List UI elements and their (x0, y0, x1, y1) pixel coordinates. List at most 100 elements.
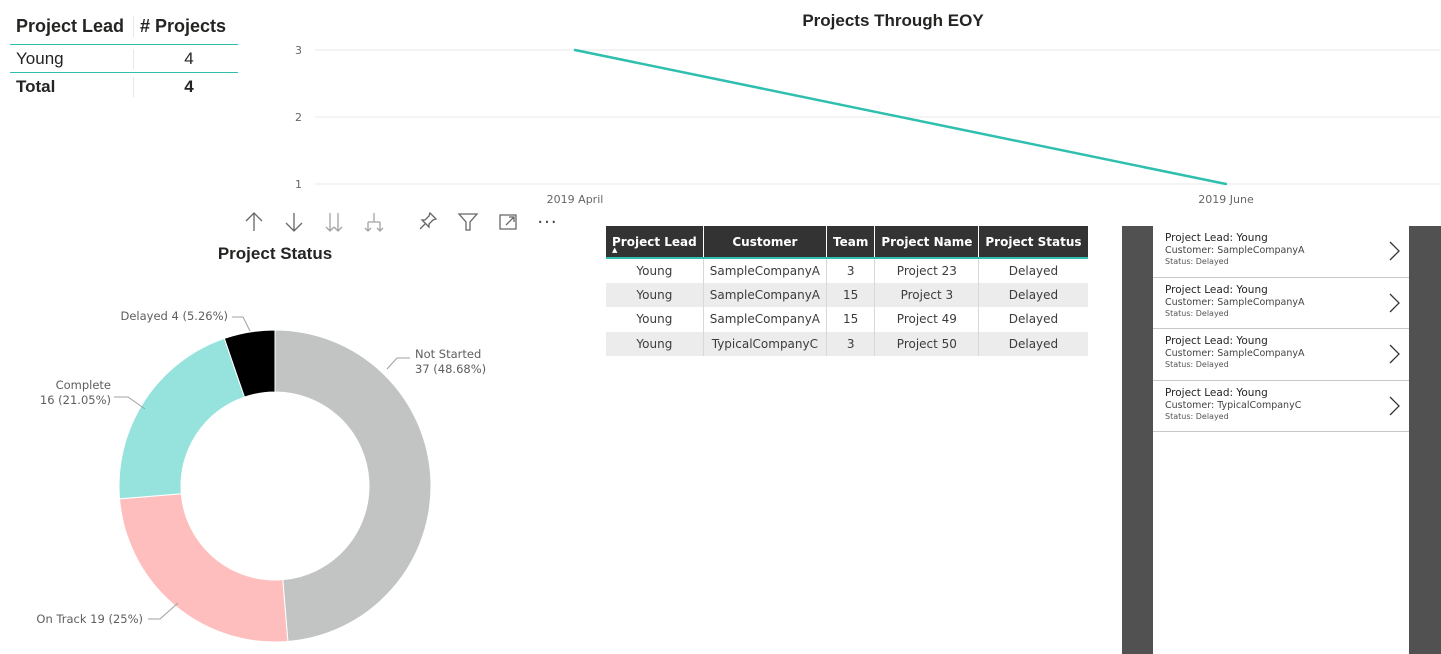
cell-project-lead: Young (606, 258, 704, 283)
sort-up-icon (245, 212, 262, 231)
card-project-lead: Project Lead: Young (1165, 232, 1268, 244)
detail-header-label: Customer (732, 234, 798, 249)
cell-project-name: Project 3 (874, 282, 980, 307)
y-tick-label: 3 (295, 44, 302, 57)
project-detail-table: Project Lead ▲ Customer Team Project Nam… (606, 226, 1088, 356)
donut-slice-not-started[interactable] (274, 329, 432, 643)
card-project-lead: Project Lead: Young (1165, 335, 1268, 347)
filter-icon (457, 213, 478, 231)
detail-header-project-lead[interactable]: Project Lead ▲ (606, 226, 704, 259)
cell-project-lead: Young (606, 282, 704, 307)
expand-all-down-button[interactable] (320, 206, 347, 238)
focus-mode-icon (498, 214, 517, 230)
pin-icon (419, 211, 437, 230)
y-tick-label: 2 (295, 111, 302, 124)
chevron-right-icon[interactable] (1387, 395, 1401, 417)
chevron-right-icon[interactable] (1387, 240, 1401, 262)
donut-slice-complete[interactable] (118, 337, 246, 500)
detail-header-row: Project Lead ▲ Customer Team Project Nam… (606, 226, 1088, 259)
detail-header-project-status[interactable]: Project Status (978, 226, 1088, 259)
detail-header-label: Project Status (985, 234, 1082, 249)
card-customer: Customer: TypicalCompanyC (1165, 399, 1302, 411)
detail-header-label: Project Name (881, 234, 973, 249)
donut-chart-title: Project Status (217, 244, 333, 263)
chevron-right-icon[interactable] (1387, 292, 1401, 314)
data-point[interactable] (573, 48, 577, 52)
summary-header-project-count[interactable]: # Projects (133, 15, 238, 37)
summary-row[interactable]: Young 4 (10, 45, 238, 73)
drill-down-icon (364, 213, 383, 232)
detail-header-label: Team (833, 234, 869, 249)
card-list: Project Lead: Young Customer: SampleComp… (1153, 226, 1409, 654)
more-options-icon: ··· (537, 211, 558, 233)
more-options-button[interactable]: ··· (534, 206, 561, 238)
summary-total-row: Total 4 (10, 73, 238, 101)
expand-all-down-icon (325, 213, 342, 232)
card-customer: Customer: SampleCompanyA (1165, 348, 1305, 359)
card-project-lead: Project Lead: Young (1165, 386, 1268, 399)
chevron-right-icon[interactable] (1387, 343, 1401, 365)
pin-visual-button[interactable] (414, 206, 441, 238)
list-item[interactable]: Project Lead: Young Customer: SampleComp… (1153, 226, 1409, 278)
line-chart-title: Projects Through EOY (802, 11, 984, 30)
cell-project-name: Project 50 (874, 331, 980, 356)
cell-project-status: Delayed (1008, 312, 1059, 327)
table-row[interactable]: Young SampleCompanyA 15 Project 3 Delaye… (606, 282, 1088, 307)
drill-down-button[interactable] (360, 206, 387, 238)
card-customer: Customer: SampleCompanyA (1165, 245, 1305, 256)
cell-project-status: Delayed (1008, 263, 1059, 278)
summary-cell-lead: Young (16, 48, 64, 68)
cell-project-lead: Young (606, 307, 704, 332)
list-item[interactable]: Project Lead: Young Customer: TypicalCom… (1153, 381, 1409, 432)
projects-through-eoy-chart[interactable]: 1 2 3 2019 April 2019 June Projects Through … (280, 0, 1440, 215)
detail-header-customer[interactable]: Customer (703, 226, 828, 259)
filter-button[interactable] (454, 206, 481, 238)
list-item[interactable]: Project Lead: Young Customer: SampleComp… (1153, 329, 1409, 381)
focus-mode-button[interactable] (494, 206, 521, 238)
donut-slice-on-track[interactable] (118, 493, 289, 643)
summary-total-count: 4 (133, 77, 238, 97)
detail-header-project-name[interactable]: Project Name (874, 226, 980, 259)
project-status-donut-chart[interactable]: Not Started37 (48.68%) On Track 19 (25%) C… (0, 265, 560, 654)
cell-team: 3 (826, 258, 876, 283)
cell-project-status: Delayed (978, 331, 1088, 356)
leader-line (386, 357, 410, 370)
leader-line (148, 602, 179, 620)
slice-value-label: 16 (21.05%) (40, 393, 111, 407)
slice-value-label: 37 (48.68%) (415, 362, 486, 376)
cell-team: 3 (826, 331, 876, 356)
table-row[interactable]: Young SampleCompanyA 3 Project 23 Delaye… (606, 258, 1088, 283)
slice-label: On Track 19 (25%) (36, 612, 143, 626)
slice-label: Delayed 4 (5.26%) (121, 309, 229, 323)
summary-cell-count: 4 (133, 48, 238, 69)
detail-header-team[interactable]: Team (826, 226, 876, 259)
card-list-panel: Project Lead: Young Customer: SampleComp… (1122, 226, 1441, 654)
cell-project-lead: Young (606, 331, 704, 356)
summary-header-row: Project Lead # Projects (10, 8, 238, 45)
card-status: Status: Delayed (1165, 308, 1229, 318)
summary-header-project-lead[interactable]: Project Lead (10, 16, 133, 37)
cell-team: 15 (826, 282, 876, 307)
table-row[interactable]: Young TypicalCompanyC 3 Project 50 Delay… (606, 331, 1088, 356)
sort-ascending-button[interactable] (240, 206, 267, 238)
card-status: Status: Delayed (1165, 411, 1229, 421)
cell-customer: SampleCompanyA (703, 307, 828, 332)
sort-descending-button[interactable] (280, 206, 307, 238)
card-customer: Customer: SampleCompanyA (1165, 296, 1305, 308)
line-chart-svg: 1 2 3 2019 April 2019 June (295, 44, 1440, 206)
visual-header-toolbar: ··· (240, 206, 574, 238)
cell-project-name: Project 23 (874, 258, 980, 283)
cell-customer: SampleCompanyA (703, 258, 828, 283)
sort-down-icon (285, 213, 302, 232)
list-item[interactable]: Project Lead: Young Customer: SampleComp… (1153, 278, 1409, 329)
table-row[interactable]: Young SampleCompanyA 15 Project 49 Delay… (606, 307, 1088, 332)
summary-total-label: Total (16, 77, 56, 96)
data-point[interactable] (1224, 182, 1228, 186)
detail-header-label: Project Lead (612, 234, 697, 249)
cell-project-name: Project 49 (874, 307, 980, 332)
cell-customer: SampleCompanyA (703, 282, 828, 307)
cell-customer: TypicalCompanyC (703, 331, 828, 356)
sort-indicator-icon: ▲ (612, 246, 618, 254)
x-tick-label: 2019 April (547, 193, 604, 206)
slice-label: Complete (56, 378, 111, 392)
